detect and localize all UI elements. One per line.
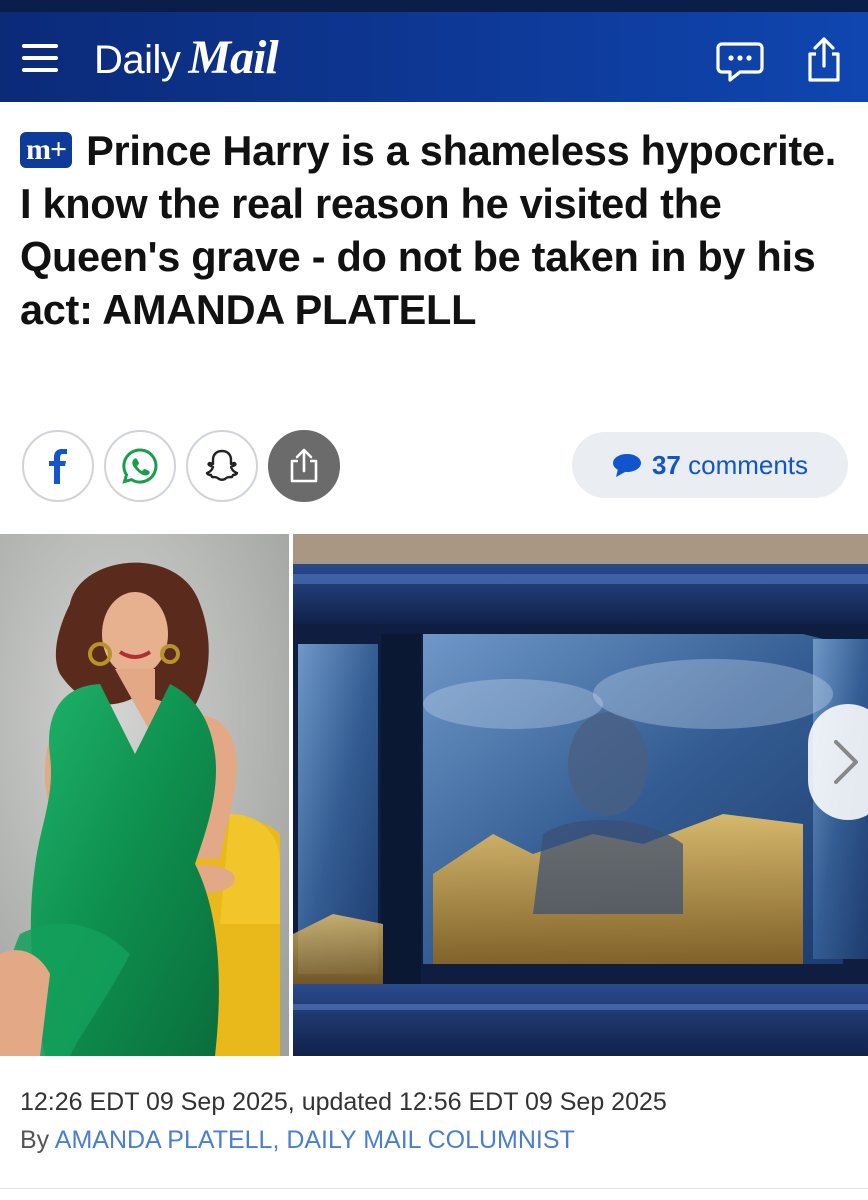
whatsapp-icon xyxy=(122,448,158,484)
facebook-icon xyxy=(49,449,67,484)
site-logo[interactable]: Daily Mail xyxy=(94,30,279,90)
comments-button[interactable]: 37 comments xyxy=(572,432,848,498)
speech-bubble-icon xyxy=(612,454,641,477)
share-icon xyxy=(290,448,318,483)
site-header: Daily Mail xyxy=(0,12,868,102)
car-photo xyxy=(293,534,868,1056)
carousel-next-button[interactable] xyxy=(808,704,868,820)
share-icon[interactable] xyxy=(800,36,848,84)
logo-daily-text: Daily xyxy=(94,38,181,82)
logo-mail-text: Mail xyxy=(188,31,278,84)
whatsapp-share-button[interactable] xyxy=(104,430,176,502)
comments-word: comments xyxy=(688,449,809,480)
chevron-right-icon xyxy=(834,740,858,784)
headline-block: m+ Prince Harry is a shameless hypocrite.… xyxy=(20,124,850,336)
snapchat-icon xyxy=(205,449,239,481)
status-strip xyxy=(0,0,868,12)
mail-plus-badge: m+ xyxy=(20,132,73,168)
native-share-button[interactable] xyxy=(268,430,340,502)
facebook-share-button[interactable] xyxy=(22,430,94,502)
byline: By AMANDA PLATELL, DAILY MAIL COLUMNIST xyxy=(20,1126,575,1155)
byline-prefix: By xyxy=(20,1126,50,1154)
comments-label: 37 comments xyxy=(652,450,808,481)
comments-icon[interactable] xyxy=(716,36,764,84)
columnist-photo xyxy=(0,534,289,1056)
menu-icon[interactable] xyxy=(22,40,58,76)
author-link[interactable]: AMANDA PLATELL, DAILY MAIL COLUMNIST xyxy=(55,1126,575,1154)
comments-count: 37 xyxy=(651,449,681,480)
divider xyxy=(0,1188,868,1189)
snapchat-share-button[interactable] xyxy=(186,430,258,502)
article-headline: Prince Harry is a shameless hypocrite. I… xyxy=(20,127,836,333)
article-timestamp: 12:26 EDT 09 Sep 2025, updated 12:56 EDT… xyxy=(20,1088,667,1116)
